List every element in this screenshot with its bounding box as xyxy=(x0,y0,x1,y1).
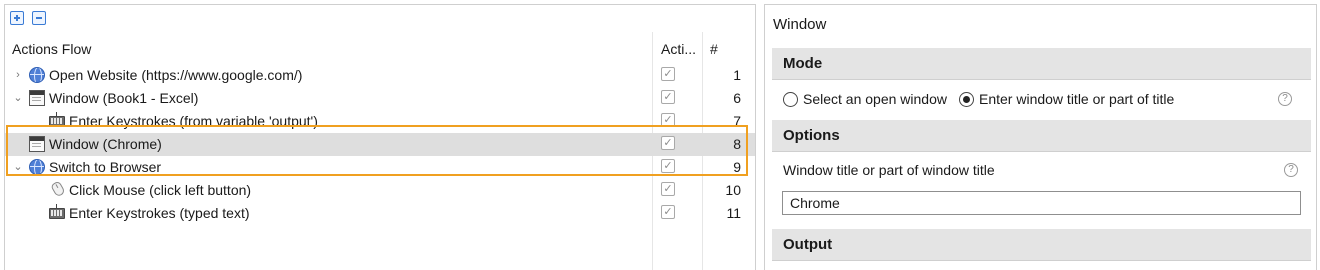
keyboard-icon xyxy=(49,204,65,219)
row-number: 11 xyxy=(726,205,741,221)
tree-row-label: Click Mouse (click left button) xyxy=(69,182,252,198)
tree-row[interactable]: › Open Website (https://www.google.com/)… xyxy=(5,64,755,87)
active-checkbox[interactable]: ✓ xyxy=(661,136,675,150)
row-number: 9 xyxy=(733,159,741,175)
globe-icon xyxy=(29,67,45,83)
tree-row[interactable]: ⌄ Switch to Browser ✓ 9 xyxy=(5,156,755,179)
row-number: 6 xyxy=(733,90,741,106)
row-number: 7 xyxy=(733,113,741,129)
row-number: 1 xyxy=(733,67,741,83)
section-title: Options xyxy=(783,127,840,144)
column-header-active[interactable]: Acti... xyxy=(661,41,696,57)
chevron-down-icon[interactable]: ⌄ xyxy=(12,91,24,105)
actions-flow-panel: Actions Flow Acti... # › Open Website (h… xyxy=(4,4,756,270)
active-checkbox[interactable]: ✓ xyxy=(661,205,675,219)
help-icon[interactable]: ? xyxy=(1278,92,1292,106)
globe-icon xyxy=(29,159,45,175)
column-header-actions-flow[interactable]: Actions Flow xyxy=(12,41,91,57)
mode-radio-group: Select an open window Enter window title… xyxy=(783,90,1186,108)
actions-tree: › Open Website (https://www.google.com/)… xyxy=(5,64,755,225)
tree-row[interactable]: Enter Keystrokes (typed text) ✓ 11 xyxy=(5,202,755,225)
radio-enter-window-title[interactable] xyxy=(959,91,974,107)
chevron-down-icon[interactable]: ⌄ xyxy=(12,160,24,174)
tree-toolbar xyxy=(10,11,46,27)
chevron-right-icon[interactable]: › xyxy=(12,68,24,82)
tree-row-label: Switch to Browser xyxy=(49,159,162,175)
section-title: Mode xyxy=(783,55,823,72)
output-section-header[interactable]: Output xyxy=(772,229,1311,261)
radio-label[interactable]: Select an open window xyxy=(803,91,947,107)
help-icon[interactable]: ? xyxy=(1284,163,1298,177)
active-checkbox[interactable]: ✓ xyxy=(661,113,675,127)
keyboard-icon xyxy=(49,112,65,127)
tree-row-label: Window (Chrome) xyxy=(49,136,162,152)
tree-row-label: Enter Keystrokes (from variable 'output'… xyxy=(69,113,318,129)
window-icon xyxy=(29,90,45,106)
properties-panel: Window Mode Select an open window Enter … xyxy=(764,4,1317,270)
active-checkbox[interactable]: ✓ xyxy=(661,159,675,173)
tree-header: Actions Flow Acti... # xyxy=(5,38,755,60)
tree-row[interactable]: Click Mouse (click left button) ✓ 10 xyxy=(5,179,755,202)
expand-all-icon[interactable] xyxy=(10,11,24,25)
options-section-header[interactable]: Options xyxy=(772,120,1311,152)
radio-label[interactable]: Enter window title or part of title xyxy=(979,91,1174,107)
tree-row[interactable]: Enter Keystrokes (from variable 'output'… xyxy=(5,110,755,133)
panel-title: Window xyxy=(773,16,827,33)
mouse-icon xyxy=(50,180,66,198)
collapse-all-icon[interactable] xyxy=(32,11,46,25)
row-number: 10 xyxy=(725,182,741,198)
active-checkbox[interactable]: ✓ xyxy=(661,182,675,196)
tree-row-label: Window (Book1 - Excel) xyxy=(49,90,199,106)
active-checkbox[interactable]: ✓ xyxy=(661,67,675,81)
row-number: 8 xyxy=(733,136,741,152)
tree-row[interactable]: ⌄ Window (Book1 - Excel) ✓ 6 xyxy=(5,87,755,110)
window-icon xyxy=(29,136,45,152)
tree-row-selected[interactable]: Window (Chrome) ✓ 8 xyxy=(5,133,755,156)
radio-select-open-window[interactable] xyxy=(783,91,798,107)
active-checkbox[interactable]: ✓ xyxy=(661,90,675,104)
window-title-label: Window title or part of window title xyxy=(783,162,995,178)
tree-row-label: Open Website (https://www.google.com/) xyxy=(49,67,303,83)
tree-row-label: Enter Keystrokes (typed text) xyxy=(69,205,250,221)
column-header-number[interactable]: # xyxy=(710,41,718,57)
mode-section-header[interactable]: Mode xyxy=(772,48,1311,80)
window-title-input[interactable]: Chrome xyxy=(782,191,1301,215)
section-title: Output xyxy=(783,236,833,253)
